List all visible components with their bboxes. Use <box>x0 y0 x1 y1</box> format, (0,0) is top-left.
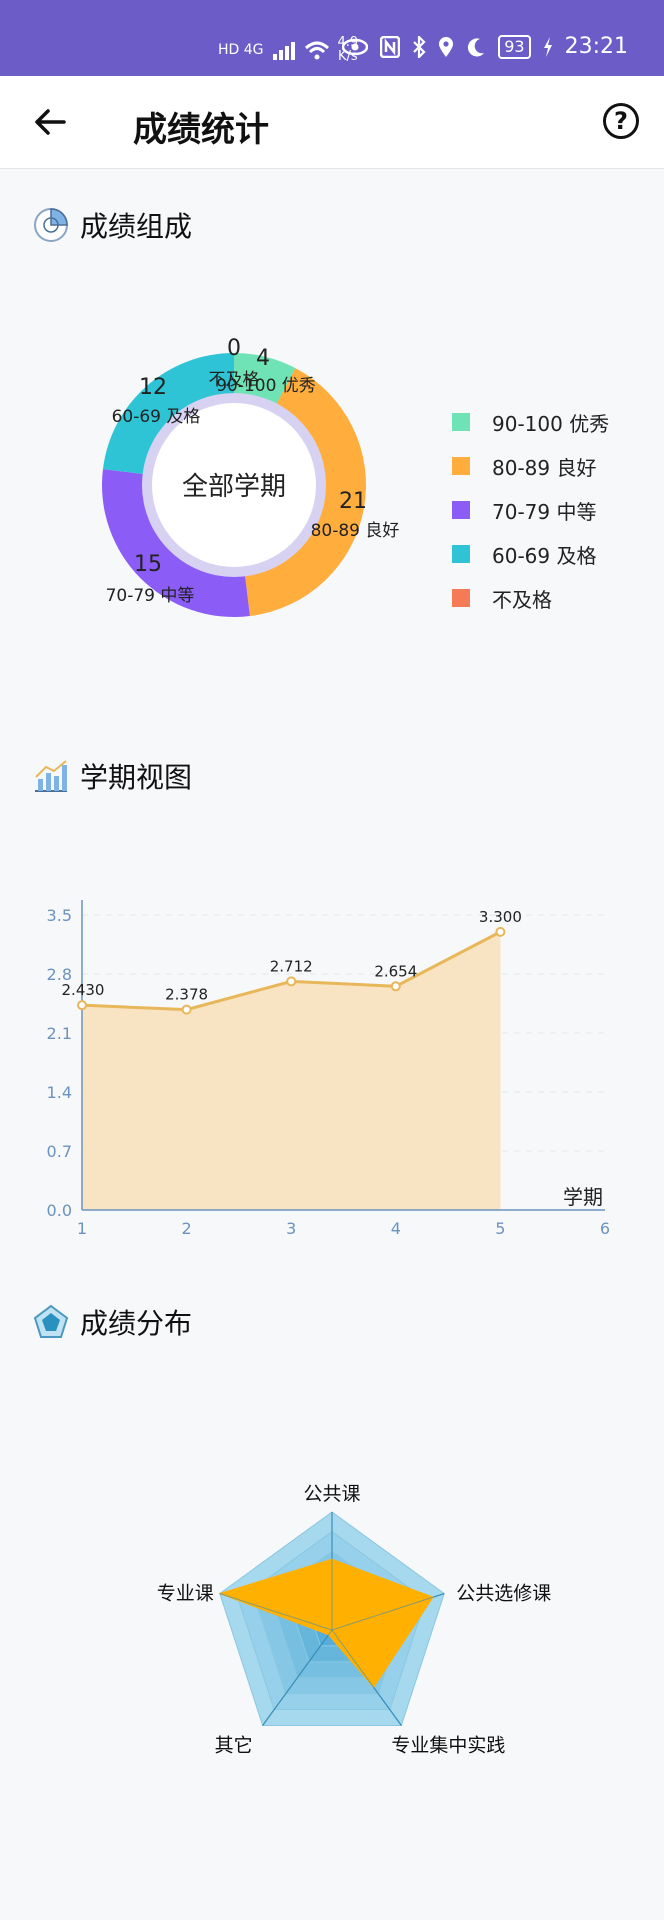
svg-text:?: ? <box>614 107 628 135</box>
nfc-icon <box>380 35 401 58</box>
signal-icon <box>272 42 295 60</box>
data-point <box>181 1004 192 1015</box>
x-tick-label: 2 <box>182 1219 192 1238</box>
legend-swatch <box>452 413 470 431</box>
data-point <box>495 926 506 937</box>
legend-label: 80-89 良好 <box>492 455 597 480</box>
data-label: 2.378 <box>165 986 208 1004</box>
data-label: 2.654 <box>374 962 417 980</box>
legend-label: 60-69 及格 <box>492 543 597 568</box>
pie-chart-icon <box>34 208 68 242</box>
radar-axis-label: 专业集中实践 <box>391 1734 505 1756</box>
y-tick-label: 0.7 <box>47 1142 72 1161</box>
back-button[interactable] <box>30 102 70 142</box>
slice-4-name: 60-69 及格 <box>112 407 201 427</box>
grade-distribution-radar: 公共课公共选修课专业集中实践 其它 专业课 <box>157 1483 551 1756</box>
section-distribution-label: 成绩分布 <box>80 1307 193 1340</box>
x-tick-label: 4 <box>391 1219 401 1238</box>
wifi-icon <box>304 41 329 60</box>
location-icon <box>439 36 454 57</box>
slice-0-value: 0 <box>227 336 241 361</box>
legend-label: 70-79 中等 <box>492 499 597 524</box>
slice-1-value: 4 <box>256 346 270 371</box>
page-title: 成绩统计 <box>133 110 269 150</box>
status-right: 93 23:21 <box>342 34 628 59</box>
legend-swatch <box>452 589 470 607</box>
donut-legend: 90-100 优秀 80-89 良好 70-79 中等 60-69 及格 不及格 <box>452 400 609 620</box>
legend-swatch <box>452 501 470 519</box>
radar-axis-label: 其它 <box>215 1734 253 1756</box>
status-bar: HD 4G 4.9 K/s 93 23:21 <box>0 0 664 76</box>
data-label: 2.430 <box>62 981 105 999</box>
section-semester-title: 学期视图 <box>32 756 192 796</box>
section-semester-label: 学期视图 <box>80 761 193 794</box>
legend-item[interactable]: 70-79 中等 <box>452 488 609 532</box>
clock: 23:21 <box>564 34 628 59</box>
moon-icon <box>468 37 485 56</box>
legend-item[interactable]: 90-100 优秀 <box>452 400 609 444</box>
slice-2-name: 80-89 良好 <box>311 521 400 541</box>
y-tick-label: 0.0 <box>47 1201 72 1220</box>
legend-label: 90-100 优秀 <box>492 411 610 436</box>
data-label: 2.712 <box>270 957 313 975</box>
slice-3-value: 15 <box>134 552 162 577</box>
battery-indicator: 93 <box>498 34 531 59</box>
slice-4-value: 12 <box>139 375 167 400</box>
slice-3-name: 70-79 中等 <box>106 586 195 606</box>
y-tick-label: 2.1 <box>47 1024 72 1043</box>
bluetooth-icon <box>413 35 426 58</box>
radar-axis-label: 专业课 <box>157 1583 214 1605</box>
radar-axis-label: 公共选修课 <box>456 1583 551 1605</box>
section-composition-label: 成绩组成 <box>80 210 193 243</box>
x-tick-label: 6 <box>600 1219 610 1238</box>
donut-center-label: 全部学期 <box>182 472 286 502</box>
x-tick-label: 5 <box>495 1219 505 1238</box>
radar-axis-label: 公共课 <box>303 1483 360 1505</box>
radar-icon <box>33 1304 69 1338</box>
bar-chart-icon <box>35 760 67 792</box>
section-composition-title: 成绩组成 <box>32 205 192 245</box>
grade-composition-donut: 全部学期 0 不及格 4 90-100 优秀 21 80-89 良好 15 70… <box>101 336 400 617</box>
y-tick-label: 1.4 <box>47 1083 72 1102</box>
x-tick-label: 3 <box>286 1219 296 1238</box>
section-distribution-title: 成绩分布 <box>32 1302 192 1342</box>
data-point <box>286 976 297 987</box>
slice-2-value: 21 <box>339 489 367 514</box>
legend-swatch <box>452 457 470 475</box>
charging-icon <box>543 36 552 57</box>
legend-item[interactable]: 不及格 <box>452 576 609 620</box>
x-axis-title: 学期 <box>563 1185 603 1209</box>
y-tick-label: 3.5 <box>47 906 72 925</box>
network-label: HD 4G <box>218 42 264 58</box>
eye-icon <box>342 38 369 55</box>
data-point <box>77 1000 87 1011</box>
legend-swatch <box>452 545 470 563</box>
slice-1-name: 90-100 优秀 <box>216 376 316 396</box>
data-point <box>390 981 401 992</box>
app-bar: 成绩统计 ? <box>0 76 664 169</box>
legend-item[interactable]: 60-69 及格 <box>452 532 609 576</box>
x-tick-label: 1 <box>77 1219 87 1238</box>
data-label: 3.300 <box>479 908 522 926</box>
status-left: HD 4G 4.9 K/s <box>218 36 358 64</box>
legend-label: 不及格 <box>492 587 552 612</box>
help-button[interactable]: ? <box>602 102 640 140</box>
legend-item[interactable]: 80-89 良好 <box>452 444 609 488</box>
semester-gpa-chart: 0.00.71.42.12.83.51 2 3 4 5 62.430 2.3782.712 2… <box>47 900 610 1238</box>
